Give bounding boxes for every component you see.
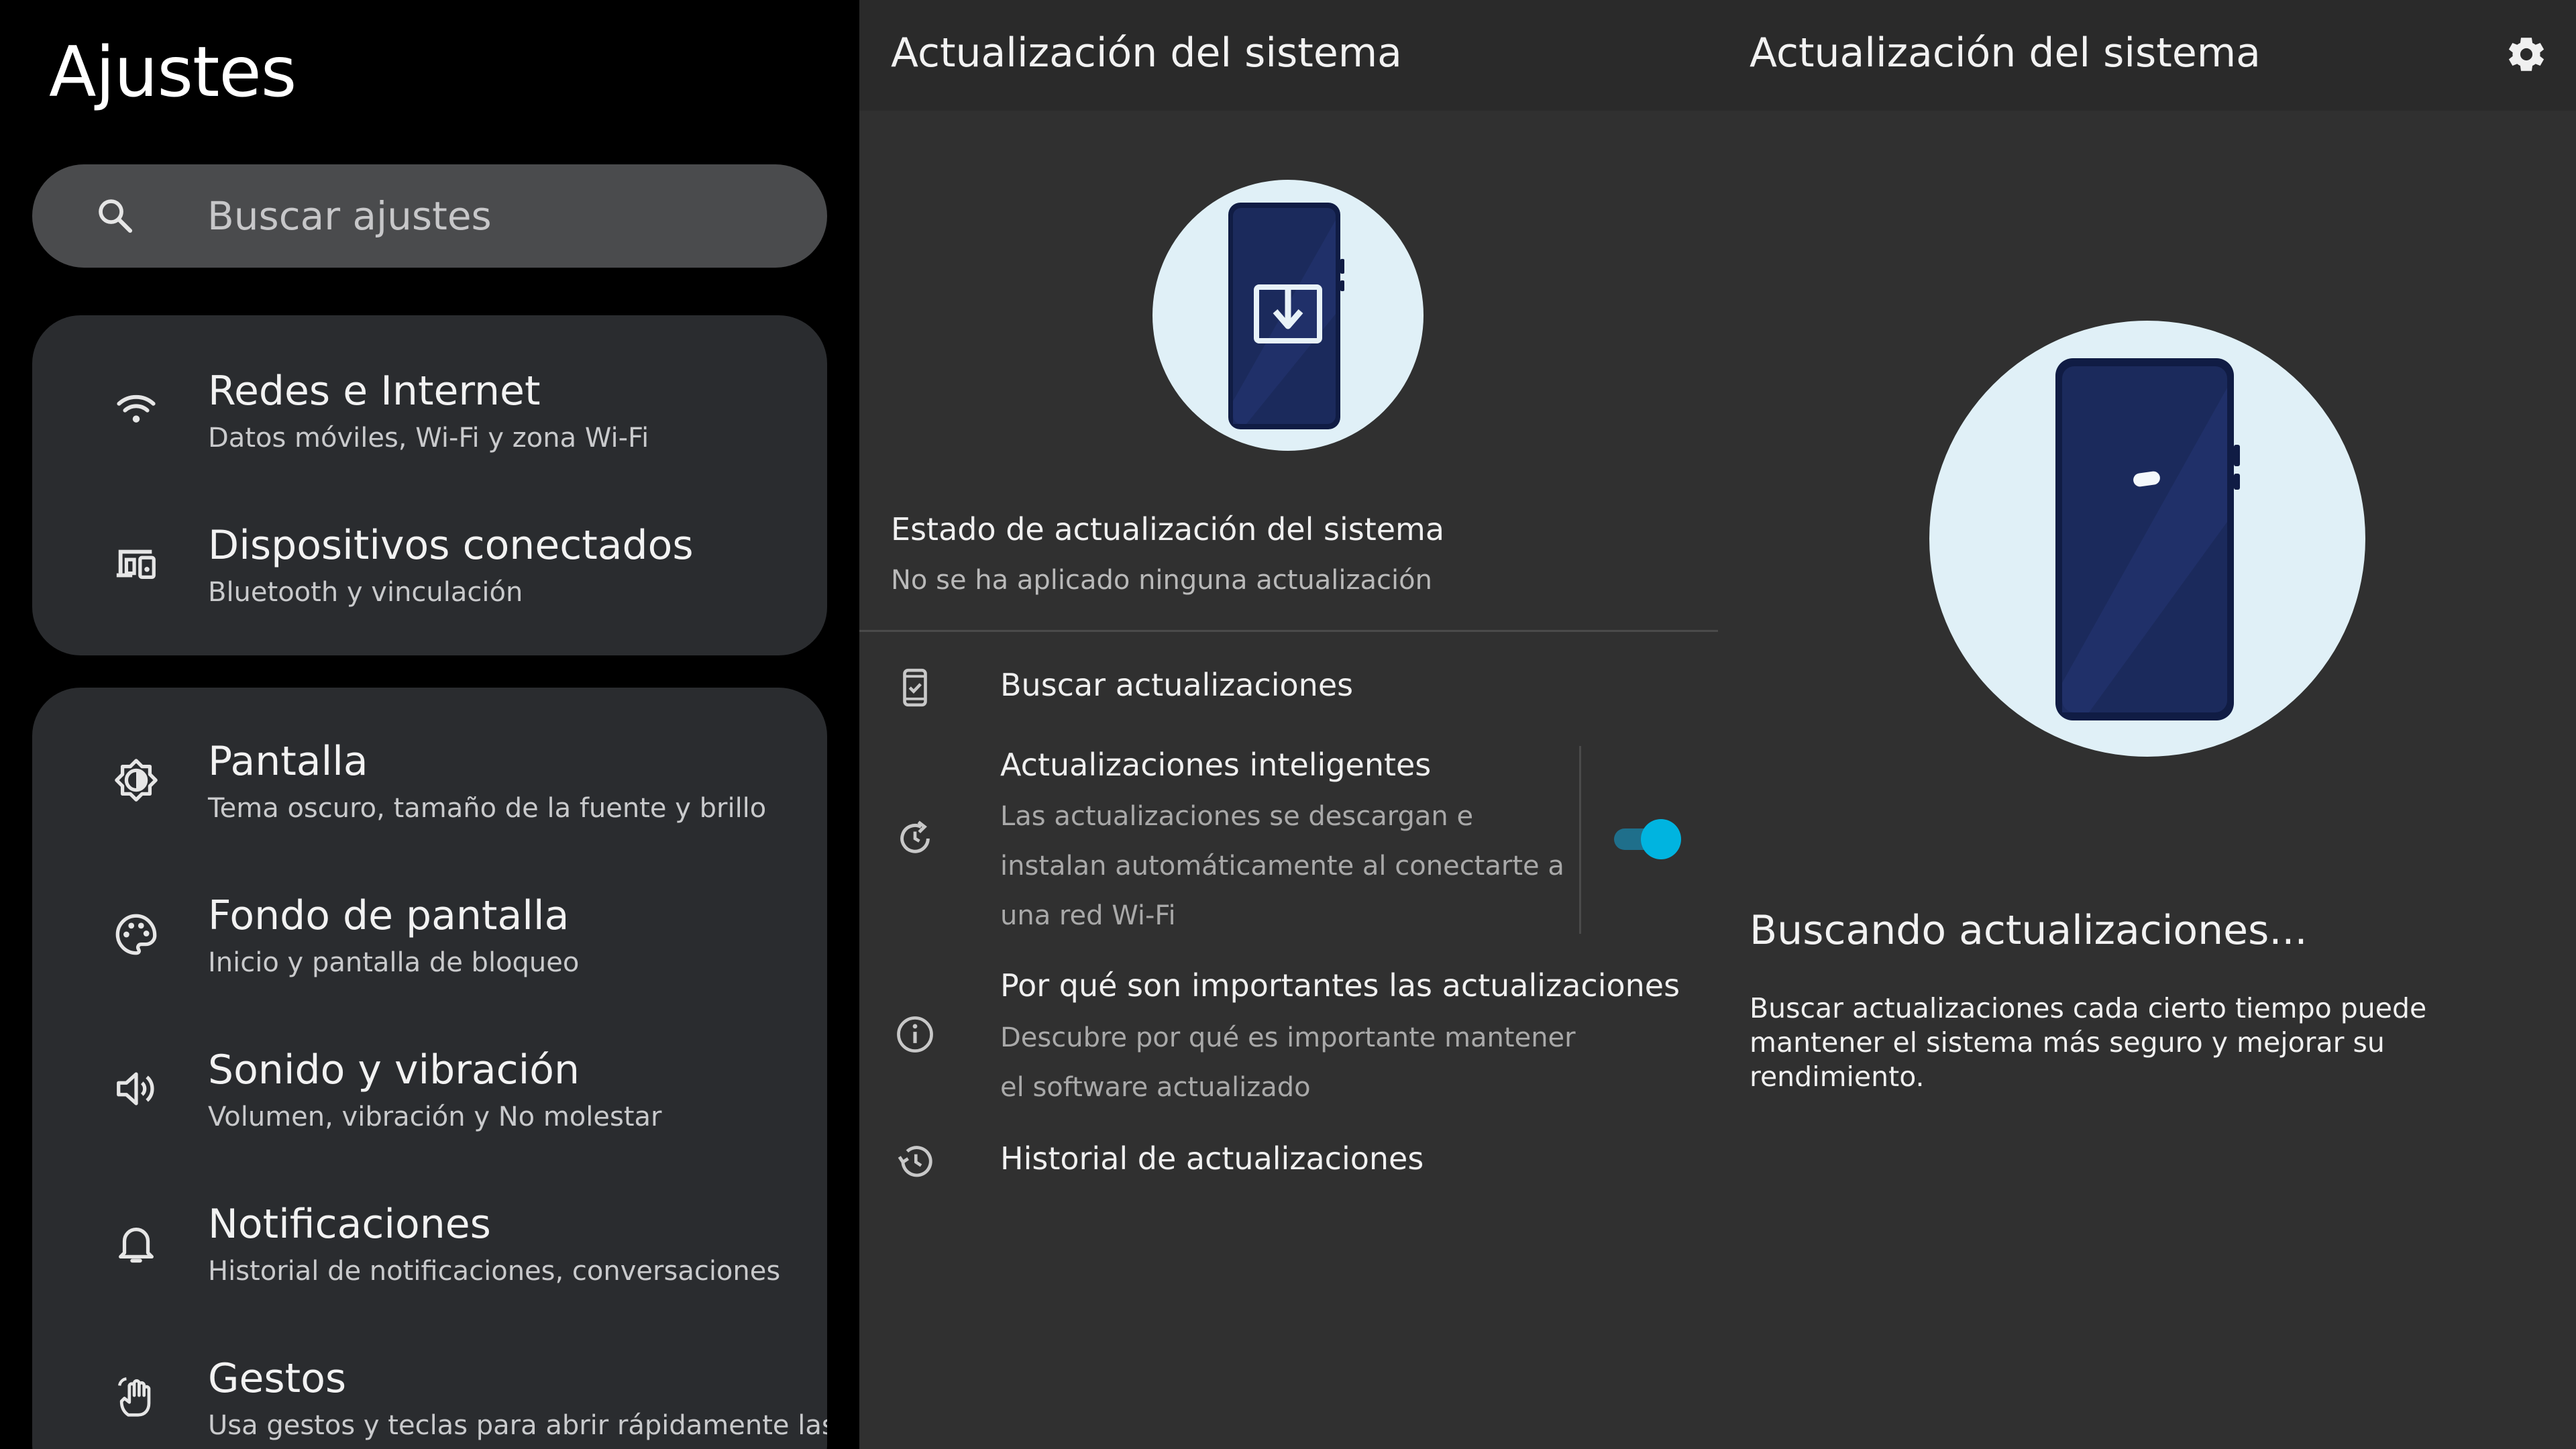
- toggle-divider: [1579, 746, 1581, 934]
- item-title: Gestos: [208, 1355, 347, 1402]
- settings-item-display[interactable]: Pantalla Tema oscuro, tamaño de la fuent…: [32, 688, 827, 842]
- option-subtitle: Descubre por qué es importante mantener …: [1000, 1022, 1576, 1103]
- item-title: Pantalla: [208, 738, 368, 785]
- searching-description: Buscar actualizaciones cada cierto tiemp…: [1750, 992, 2427, 1093]
- settings-group-display: Pantalla Tema oscuro, tamaño de la fuent…: [32, 688, 827, 1449]
- checking-updates-pane: Actualización del sistema Buscando actua…: [1718, 0, 2576, 1449]
- phone-download-illustration: [1152, 180, 1424, 451]
- option-title: Por qué son importantes las actualizacio…: [1000, 967, 1680, 1004]
- status-subtitle: No se ha aplicado ninguna actualización: [891, 565, 1432, 596]
- item-subtitle: Volumen, vibración y No molestar: [208, 1102, 662, 1132]
- pane-title: Actualización del sistema: [891, 30, 1402, 76]
- item-subtitle: Datos móviles, Wi-Fi y zona Wi-Fi: [208, 423, 649, 453]
- pane-header: Actualización del sistema: [1718, 0, 2576, 111]
- devices-icon: [116, 549, 156, 580]
- wifi-icon: [117, 394, 156, 423]
- settings-item-connected-devices[interactable]: Dispositivos conectados Bluetooth y vinc…: [32, 470, 827, 624]
- option-title: Buscar actualizaciones: [1000, 667, 1354, 703]
- history-icon: [898, 1146, 932, 1177]
- item-title: Dispositivos conectados: [208, 522, 694, 569]
- settings-group-connectivity: Redes e Internet Datos móviles, Wi-Fi y …: [32, 315, 827, 655]
- volume-icon: [117, 1072, 154, 1106]
- option-title: Historial de actualizaciones: [1000, 1140, 1424, 1177]
- info-icon: [897, 1016, 933, 1053]
- phone-searching-illustration: [1929, 321, 2365, 757]
- pane-header: Actualización del sistema: [859, 0, 1718, 111]
- smart-updates-toggle[interactable]: [1614, 819, 1681, 859]
- system-update-pane: Actualización del sistema Estado de actu…: [859, 0, 1718, 1449]
- toggle-knob: [1641, 819, 1681, 859]
- gear-icon[interactable]: [2504, 32, 2548, 76]
- option-subtitle: Las actualizaciones se descargan e insta…: [1000, 801, 1564, 931]
- settings-panel: Ajustes Buscar ajustes Redes e Internet …: [0, 0, 859, 1449]
- settings-item-gestures[interactable]: Gestos Usa gestos y teclas para abrir rá…: [32, 1305, 827, 1449]
- item-title: Notificaciones: [208, 1201, 491, 1248]
- item-subtitle: Bluetooth y vinculación: [208, 577, 523, 608]
- divider: [859, 630, 1718, 632]
- item-subtitle: Inicio y pantalla de bloqueo: [208, 947, 580, 978]
- item-title: Redes e Internet: [208, 368, 541, 415]
- settings-item-sound[interactable]: Sonido y vibración Volumen, vibración y …: [32, 996, 827, 1150]
- item-subtitle: Usa gestos y teclas para abrir rápidamen…: [208, 1410, 827, 1441]
- option-title: Actualizaciones inteligentes: [1000, 747, 1432, 783]
- auto-update-icon: [900, 820, 930, 853]
- search-bar[interactable]: Buscar ajustes: [32, 164, 827, 268]
- gesture-hand-icon: [118, 1377, 151, 1417]
- search-icon: [99, 199, 133, 233]
- brightness-icon: [115, 759, 158, 802]
- page-title: Ajustes: [49, 32, 297, 113]
- settings-item-wallpaper[interactable]: Fondo de pantalla Inicio y pantalla de b…: [32, 842, 827, 996]
- searching-heading: Buscando actualizaciones...: [1750, 907, 2308, 954]
- item-subtitle: Tema oscuro, tamaño de la fuente y brill…: [208, 793, 767, 824]
- settings-item-notifications[interactable]: Notificaciones Historial de notificacion…: [32, 1150, 827, 1305]
- item-subtitle: Historial de notificaciones, conversacio…: [208, 1256, 781, 1287]
- status-title: Estado de actualización del sistema: [891, 511, 1445, 547]
- pane-title: Actualización del sistema: [1750, 30, 2261, 76]
- item-title: Fondo de pantalla: [208, 892, 570, 939]
- phone-check-icon: [903, 668, 927, 707]
- bell-icon: [119, 1227, 154, 1263]
- item-title: Sonido y vibración: [208, 1046, 580, 1093]
- search-placeholder: Buscar ajustes: [207, 193, 492, 239]
- settings-item-network[interactable]: Redes e Internet Datos móviles, Wi-Fi y …: [32, 315, 827, 470]
- palette-icon: [115, 914, 157, 955]
